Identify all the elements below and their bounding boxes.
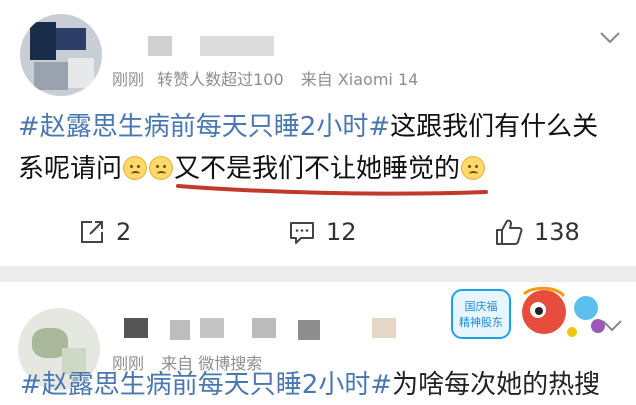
post-meta: 刚刚 转赞人数超过100 来自 Xiaomi 14 [112,66,426,90]
repost-info: 转赞人数超过100 [157,70,284,89]
topic-hashtag[interactable]: #赵露思生病前每天只睡2小时# [18,112,390,142]
post-time: 刚刚 [112,70,145,89]
comment-button[interactable]: 12 [288,212,357,252]
like-button[interactable]: 138 [494,212,580,252]
username-blurred[interactable] [252,318,276,338]
username-blurred[interactable] [170,320,190,340]
red-underline-annotation [176,184,488,196]
chevron-down-icon[interactable] [598,30,622,46]
topic-hashtag[interactable]: #赵露思生病前每天只睡2小时# [20,370,392,400]
post-body: #赵露思生病前每天只睡2小时#为啥每次她的热搜 [20,370,600,400]
comment-count: 12 [326,218,357,246]
like-icon [496,219,523,245]
action-bar: 2 12 138 [0,212,636,252]
repost-count: 2 [116,218,132,246]
username-blurred[interactable] [298,320,320,340]
post-text-segment: 这跟我们有什么关 [390,112,599,142]
username-blurred[interactable] [372,318,396,338]
like-count: 138 [534,218,580,246]
tear-emoji-icon [149,156,174,180]
post-text-segment: 为啥每次她的热搜 [392,370,601,400]
username-blurred[interactable] [200,318,224,338]
avatar[interactable] [20,14,102,96]
post-card: 刚刚 来自 微博搜索 国庆福 精神股东 #赵露思生病前每天只睡2小时#为啥每次她… [0,282,636,405]
national-day-badge[interactable]: 国庆福 精神股东 [446,282,616,352]
username-blurred[interactable] [200,36,274,56]
tear-emoji-icon [123,156,148,180]
repost-button[interactable]: 2 [78,212,131,252]
chevron-down-icon[interactable] [600,318,624,334]
badge-label: 精神股东 [459,315,503,329]
username-blurred[interactable] [124,318,148,338]
post-card: 刚刚 转赞人数超过100 来自 Xiaomi 14 #赵露思生病前每天只睡2小时… [0,0,636,266]
tear-emoji-icon [461,156,486,180]
post-source: 来自 Xiaomi 14 [300,70,419,89]
repost-icon [81,221,103,243]
comment-icon [290,222,314,244]
badge-label: 国庆福 [465,299,498,313]
post-text-segment: 系呢请问 [18,154,123,184]
username-blurred[interactable] [148,36,172,56]
